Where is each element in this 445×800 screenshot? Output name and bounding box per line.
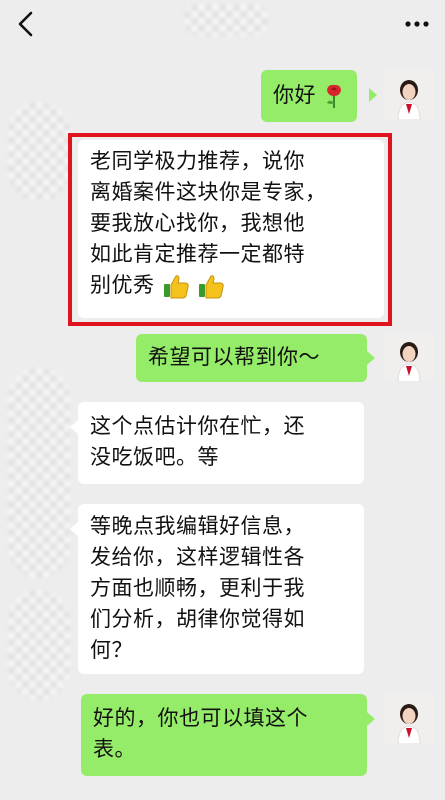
bubble-tail — [70, 420, 78, 434]
profile-photo-icon — [384, 70, 434, 120]
bubble-tail — [367, 351, 375, 365]
message-line: 没吃饭吧。等 — [90, 445, 219, 469]
back-button[interactable] — [8, 6, 44, 42]
message-line: 们分析，胡律你觉得如 — [90, 607, 305, 631]
profile-photo-icon — [384, 694, 434, 744]
avatar[interactable] — [384, 332, 434, 382]
message-line: 何？ — [90, 638, 133, 662]
chat-header — [0, 0, 445, 48]
contact-avatar-redacted — [8, 368, 70, 578]
bubble-tail — [369, 88, 377, 102]
message-text: 希望可以帮到你～ — [148, 345, 320, 369]
message-bubble-received[interactable]: 等晚点我编辑好信息， 发给你，这样逻辑性各 方面也顺畅，更利于我 们分析，胡律你… — [78, 504, 364, 674]
message-text: 你好 — [273, 83, 316, 107]
contact-avatar-redacted — [8, 102, 70, 202]
message-line: 等晚点我编辑好信息， — [90, 514, 305, 538]
message-bubble-received[interactable]: 这个点估计你在忙，还 没吃饭吧。等 — [78, 402, 364, 484]
message-line: 表。 — [93, 737, 136, 761]
message-line: 发给你，这样逻辑性各 — [90, 545, 305, 569]
bubble-tail — [367, 712, 375, 726]
contact-avatar-redacted — [8, 590, 70, 700]
message-bubble-sent[interactable]: 你好 — [261, 70, 358, 122]
profile-photo-icon — [384, 332, 434, 382]
more-dots-icon — [405, 21, 429, 27]
chevron-left-icon — [18, 11, 33, 37]
contact-name-redacted — [184, 4, 268, 36]
message-bubble-sent[interactable]: 希望可以帮到你～ — [136, 334, 367, 382]
highlight-frame — [68, 133, 392, 326]
avatar[interactable] — [384, 70, 434, 120]
message-line: 好的，你也可以填这个 — [93, 706, 308, 730]
message-line: 方面也顺畅，更利于我 — [90, 576, 305, 600]
message-bubble-sent[interactable]: 好的，你也可以填这个 表。 — [81, 694, 367, 776]
rose-icon — [327, 84, 342, 108]
more-options-button[interactable] — [399, 8, 435, 40]
avatar[interactable] — [384, 694, 434, 744]
bubble-tail — [70, 522, 78, 536]
message-line: 这个点估计你在忙，还 — [90, 414, 305, 438]
